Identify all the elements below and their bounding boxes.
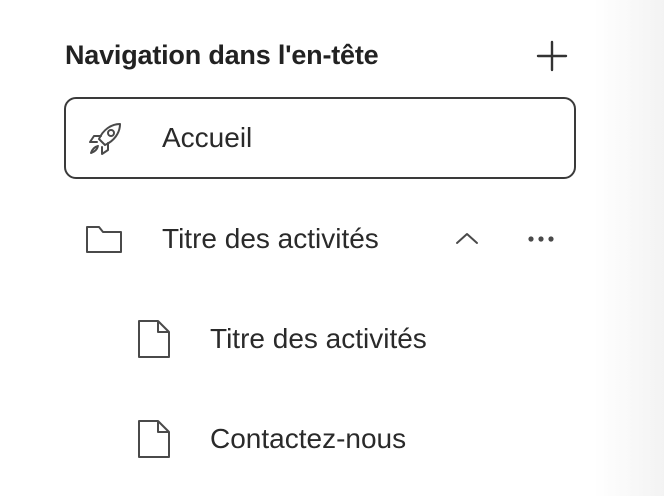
nav-item-titre-des-activites[interactable]: Titre des activités (64, 198, 576, 280)
nav-subitem-contactez-nous[interactable]: Contactez-nous (64, 398, 576, 480)
plus-icon (536, 40, 568, 72)
panel-title: Navigation dans l'en-tête (65, 40, 379, 70)
header-navigation-panel: Navigation dans l'en-tête Accueil Titre … (64, 0, 576, 496)
collapse-toggle[interactable] (452, 224, 482, 254)
more-horizontal-icon (528, 236, 554, 242)
nav-item-label: Accueil (162, 122, 253, 153)
nav-item-label: Titre des activités (210, 323, 427, 354)
rocket-icon (84, 116, 128, 160)
page-icon (132, 417, 176, 461)
more-options-button[interactable] (524, 224, 560, 254)
chevron-up-icon (456, 233, 478, 244)
panel-edge-shade (594, 0, 664, 496)
nav-subitem-titre-des-activites[interactable]: Titre des activités (64, 298, 576, 380)
add-nav-item-button[interactable] (534, 38, 570, 74)
page-icon (132, 317, 176, 361)
nav-item-label: Titre des activités (162, 223, 379, 254)
panel-header: Navigation dans l'en-tête (64, 36, 576, 76)
nav-item-accueil[interactable]: Accueil (64, 97, 576, 179)
folder-icon (82, 217, 126, 261)
nav-item-label: Contactez-nous (210, 423, 407, 454)
